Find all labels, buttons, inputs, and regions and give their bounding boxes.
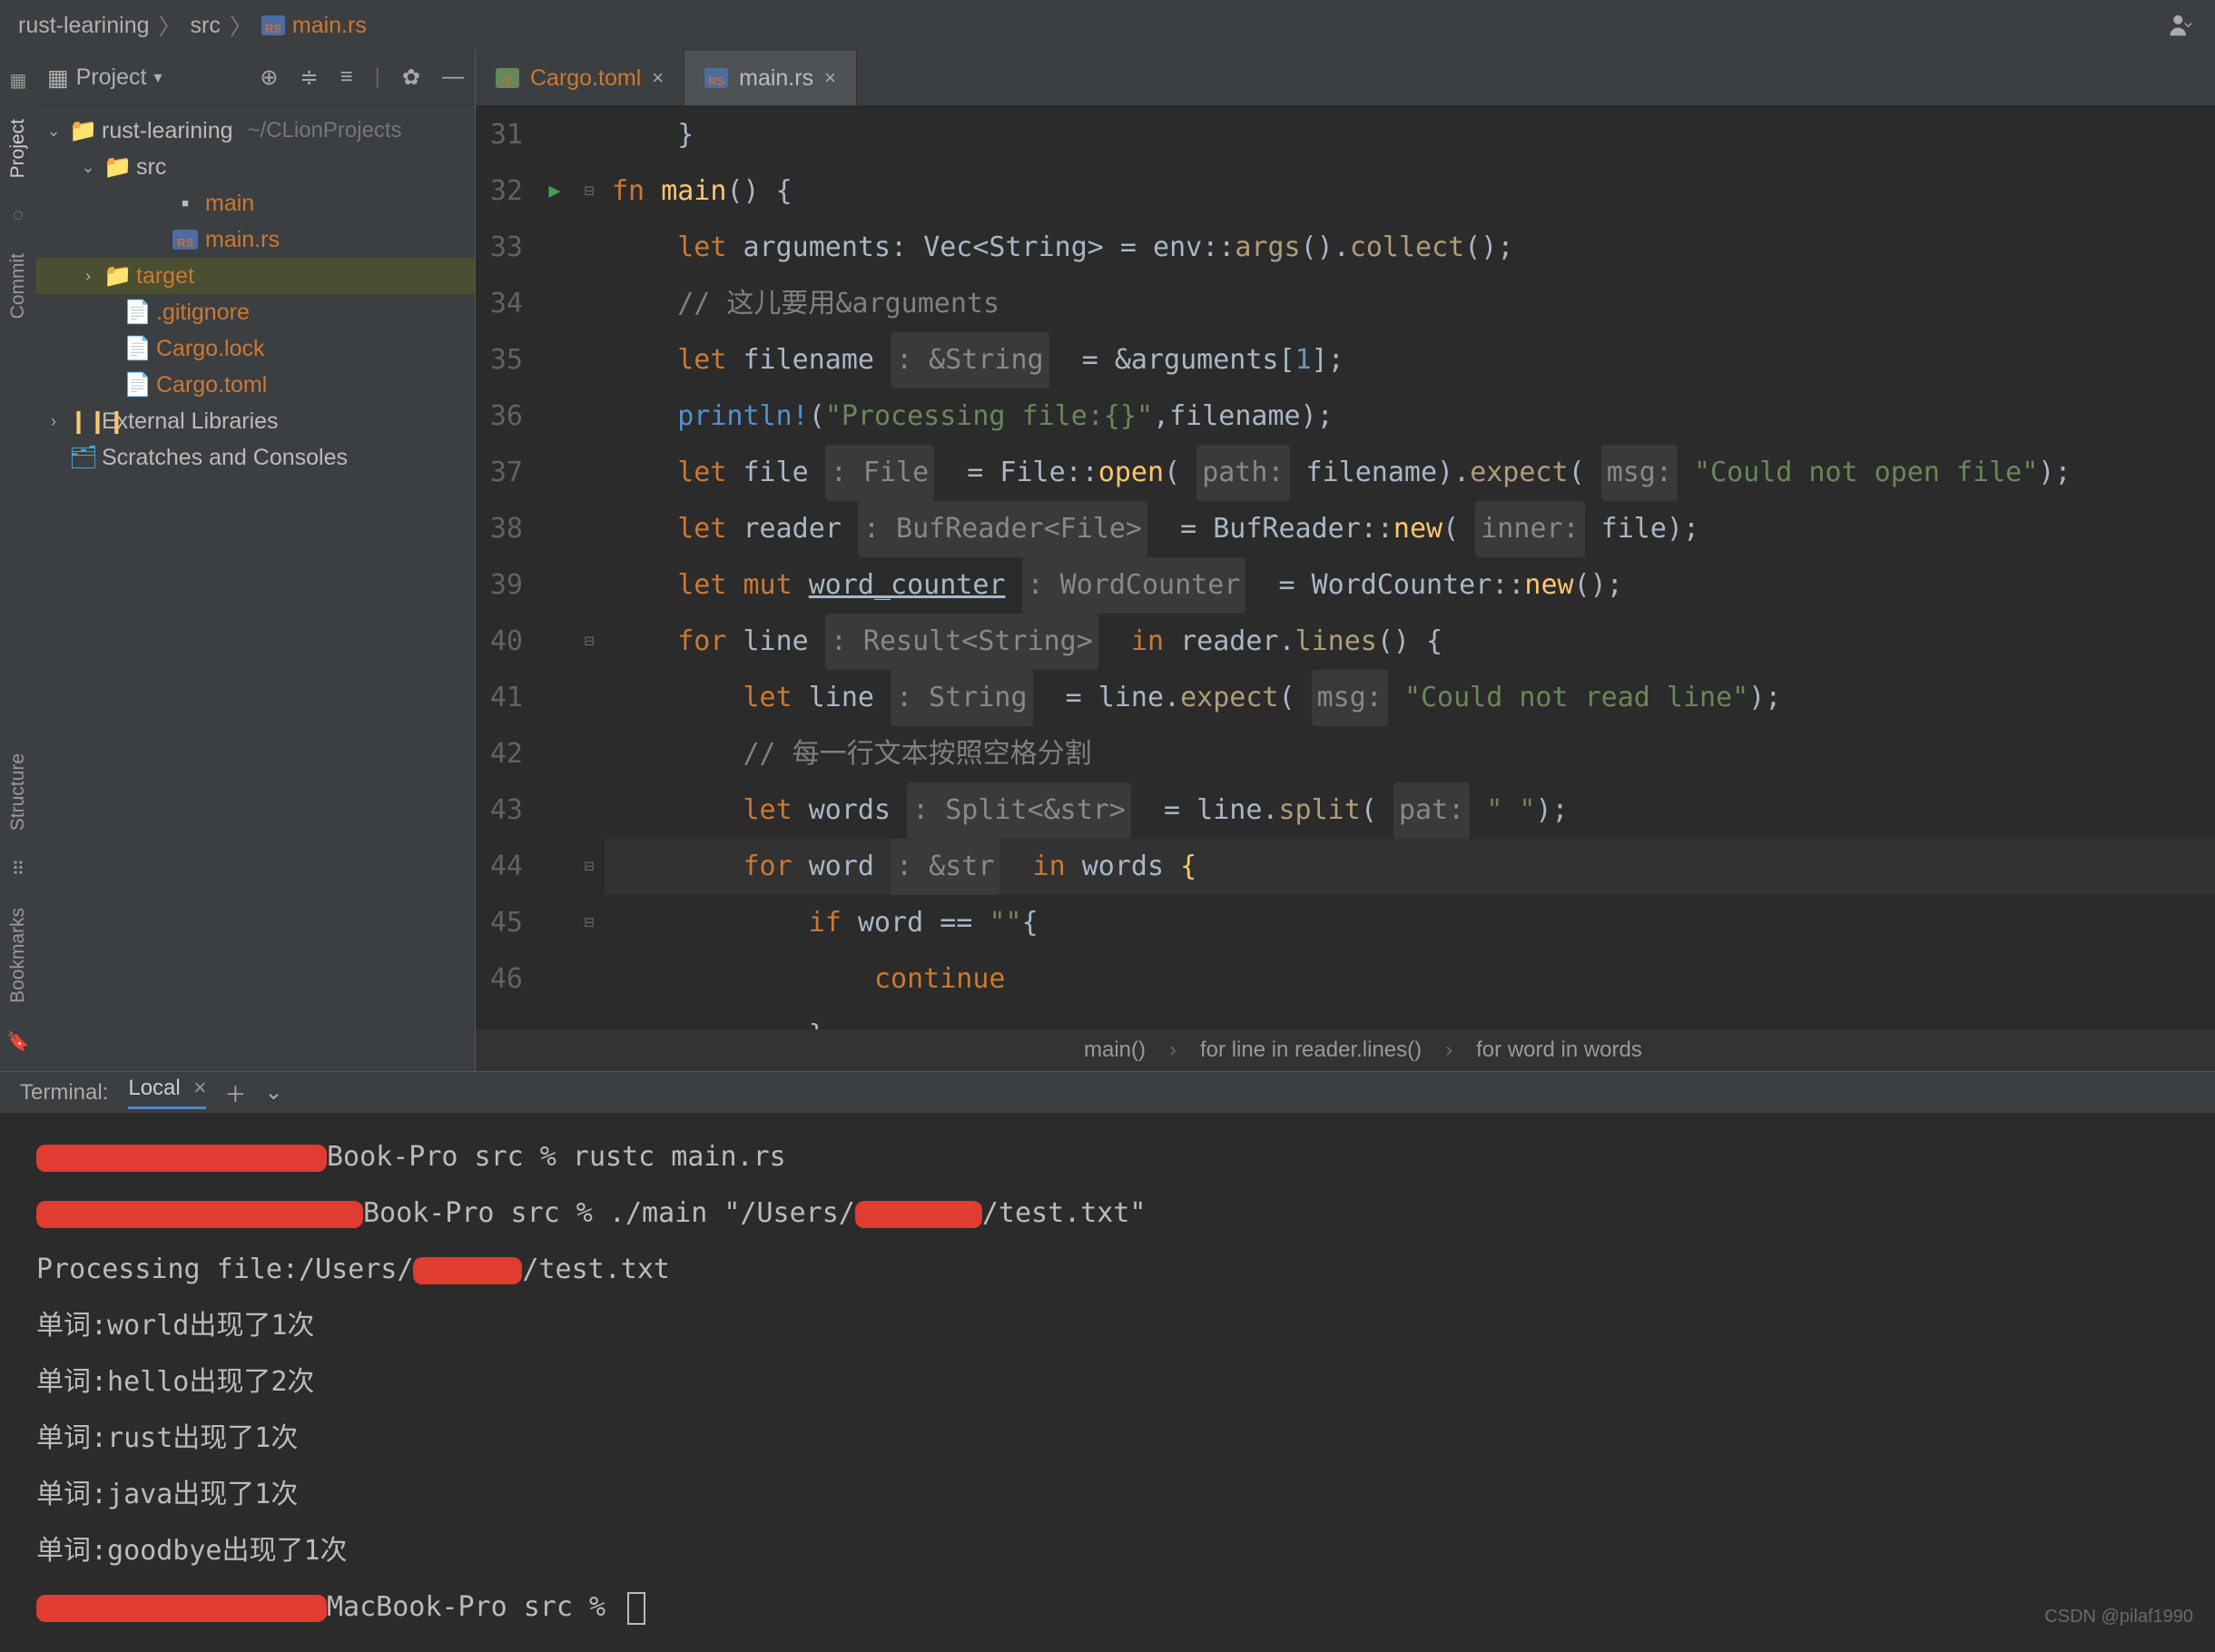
chevron-right-icon: › (1169, 1037, 1176, 1063)
breadcrumb: rust-learining 〉 src 〉 RS main.rs (18, 9, 367, 42)
sidebar-tab-commit[interactable]: Commit (7, 244, 29, 328)
terminal-cursor (627, 1592, 645, 1625)
editor-area: T Cargo.toml × RS main.rs × 313233343536… (476, 51, 2215, 1071)
titlebar: rust-learining 〉 src 〉 RS main.rs (0, 0, 2215, 51)
terminal-header: Terminal: Local × ＋ ⌄ (0, 1072, 2215, 1113)
watermark: CSDN @pilaf1990 (2044, 1588, 2193, 1645)
sidebar-strip: ▦ Project ◌ Commit Structure ⠿ Bookmarks… (0, 51, 36, 1071)
tree-scratches[interactable]: 🗂 Scratches and Consoles (36, 439, 475, 476)
gear-icon[interactable]: ✿ (402, 64, 420, 91)
redaction (36, 1145, 327, 1172)
folder-icon: 📁 (103, 154, 129, 181)
project-tool-icon[interactable]: ▦ (10, 69, 27, 92)
folder-icon: 📁 (103, 263, 129, 290)
close-icon[interactable]: × (193, 1076, 206, 1100)
run-gutter: ▶ (536, 105, 574, 1029)
redaction (413, 1257, 522, 1284)
breadcrumb-file[interactable]: RS main.rs (261, 13, 367, 39)
fold-icon[interactable]: ⊟ (574, 839, 605, 895)
chevron-right-icon: › (80, 267, 96, 286)
tree-root[interactable]: ⌄ 📁 rust-learining ~/CLionProjects (36, 113, 475, 149)
rust-file-icon: RS (172, 230, 198, 250)
project-view-icon: ▦ (47, 64, 69, 92)
terminal-tab-local[interactable]: Local × (128, 1076, 206, 1109)
context-for-line[interactable]: for line in reader.lines() (1200, 1037, 1422, 1063)
fold-icon[interactable]: ⊟ (574, 895, 605, 951)
fold-gutter: ⊟⊟⊟⊟ (574, 105, 605, 1029)
context-main[interactable]: main() (1084, 1037, 1146, 1063)
chevron-right-icon: › (1445, 1037, 1452, 1063)
context-for-word[interactable]: for word in words (1476, 1037, 1642, 1063)
lock-file-icon: 📄 (123, 336, 149, 362)
tree-main-bin[interactable]: ▪ main (36, 185, 475, 221)
breadcrumb-root[interactable]: rust-learining (18, 13, 150, 39)
tree-main-rs[interactable]: RS main.rs (36, 221, 475, 258)
commit-tool-icon[interactable]: ◌ (13, 205, 24, 226)
tree-src[interactable]: ⌄ 📁 src (36, 149, 475, 185)
locate-icon[interactable]: ⊕ (260, 64, 278, 91)
gitignore-file-icon: 📄 (123, 300, 149, 326)
close-icon[interactable]: × (652, 66, 664, 90)
chevron-right-icon: › (45, 412, 62, 431)
chevron-right-icon: 〉 (230, 9, 252, 42)
tab-main-rs[interactable]: RS main.rs × (684, 51, 857, 105)
redaction (36, 1201, 363, 1228)
chevron-down-icon: ⌄ (45, 122, 62, 141)
code-content[interactable]: }fn main() { let arguments: Vec<String> … (605, 105, 2215, 1029)
toml-file-icon: T (496, 68, 519, 88)
project-panel-header: ▦ Project ▾ ⊕ ≑ ≡ | ✿ — (36, 51, 475, 105)
fold-icon[interactable]: ⊟ (574, 163, 605, 220)
sidebar-tab-structure[interactable]: Structure (7, 744, 29, 840)
tree-cargo-lock[interactable]: 📄 Cargo.lock (36, 330, 475, 367)
tree-external-libs[interactable]: › ❙❙❙ External Libraries (36, 403, 475, 439)
sidebar-tab-bookmarks[interactable]: Bookmarks (7, 899, 29, 1012)
libraries-icon: ❙❙❙ (69, 408, 94, 435)
project-view-title[interactable]: Project (76, 64, 147, 91)
structure-tool-icon[interactable]: ⠿ (12, 858, 25, 880)
project-panel: ▦ Project ▾ ⊕ ≑ ≡ | ✿ — ⌄ 📁 rust-learini… (36, 51, 476, 1071)
sidebar-tab-project[interactable]: Project (7, 110, 29, 187)
bookmarks-tool-icon[interactable]: 🔖 (7, 1030, 30, 1053)
binary-file-icon: ▪ (172, 191, 198, 217)
line-number-gutter: 31323334353637383940414243444546 (476, 105, 536, 1029)
chevron-down-icon[interactable]: ⌄ (264, 1079, 282, 1106)
project-tree: ⌄ 📁 rust-learining ~/CLionProjects ⌄ 📁 s… (36, 105, 475, 476)
collapse-icon[interactable]: ≡ (340, 64, 353, 91)
redaction (855, 1201, 982, 1228)
tree-cargo-toml[interactable]: 📄 Cargo.toml (36, 367, 475, 403)
user-menu-icon[interactable] (2166, 12, 2197, 39)
add-terminal-icon[interactable]: ＋ (224, 1077, 246, 1108)
code-editor[interactable]: 31323334353637383940414243444546 ▶ ⊟⊟⊟⊟ … (476, 105, 2215, 1029)
chevron-right-icon: 〉 (159, 9, 182, 42)
editor-context-bar: main() › for line in reader.lines() › fo… (476, 1029, 2215, 1071)
fold-icon[interactable]: ⊟ (574, 614, 605, 670)
toml-file-icon: 📄 (123, 372, 149, 398)
terminal-label: Terminal: (20, 1080, 108, 1106)
run-icon[interactable]: ▶ (548, 163, 560, 220)
redaction (36, 1595, 327, 1622)
hide-icon[interactable]: — (442, 64, 464, 91)
chevron-down-icon[interactable]: ▾ (153, 68, 162, 87)
rust-file-icon: RS (704, 68, 728, 88)
tree-target[interactable]: › 📁 target (36, 258, 475, 294)
folder-icon: 📁 (69, 118, 94, 144)
terminal-panel: Terminal: Local × ＋ ⌄ Book-Pro src % rus… (0, 1071, 2215, 1652)
close-icon[interactable]: × (824, 66, 836, 90)
tab-cargo-toml[interactable]: T Cargo.toml × (476, 51, 684, 105)
editor-tab-bar: T Cargo.toml × RS main.rs × (476, 51, 2215, 105)
expand-icon[interactable]: ≑ (300, 64, 319, 91)
chevron-down-icon: ⌄ (80, 158, 96, 177)
rust-file-icon: RS (261, 15, 285, 35)
breadcrumb-src[interactable]: src (191, 13, 221, 39)
tree-gitignore[interactable]: 📄 .gitignore (36, 294, 475, 330)
terminal-body[interactable]: Book-Pro src % rustc main.rsBook-Pro src… (0, 1113, 2215, 1652)
scratches-icon: 🗂 (69, 445, 94, 471)
